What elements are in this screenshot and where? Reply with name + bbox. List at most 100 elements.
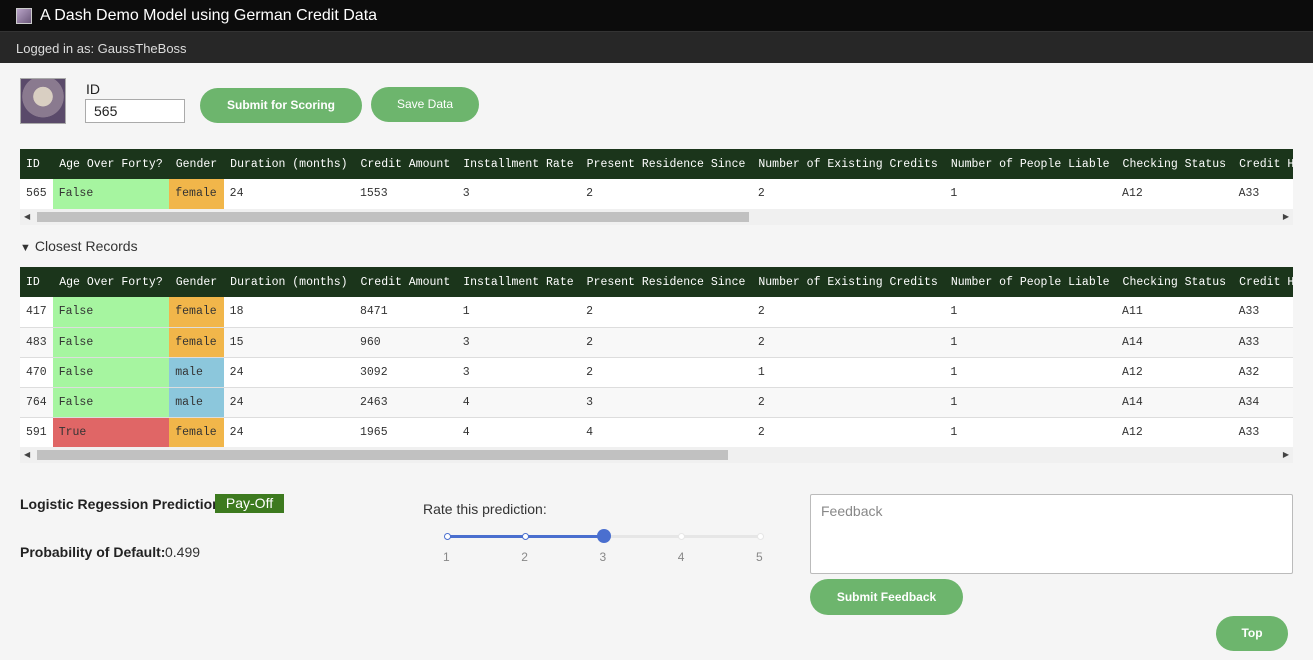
table-cell[interactable]: 1965 (354, 417, 457, 448)
save-data-button[interactable]: Save Data (371, 87, 479, 122)
table-row[interactable]: 470 False male 24 3092 3 2 1 1 A12 A32 (20, 357, 1293, 388)
table-cell[interactable]: female (169, 417, 224, 448)
slider-dot[interactable] (756, 533, 764, 540)
table-cell[interactable]: 4 (580, 417, 752, 448)
table-cell[interactable]: 18 (223, 297, 354, 328)
column-header[interactable]: Installment Rate (456, 149, 581, 179)
column-header[interactable]: Credit History (1232, 149, 1293, 179)
table-cell[interactable]: female (169, 179, 224, 210)
column-header[interactable]: Present Residence Since (580, 149, 753, 179)
table-cell[interactable]: A33 (1232, 179, 1293, 210)
table-cell[interactable]: 2 (580, 297, 752, 328)
column-header[interactable]: Number of People Liable (944, 149, 1117, 179)
table-cell[interactable]: True (52, 417, 170, 448)
table-cell[interactable]: 24 (223, 179, 354, 210)
table-cell[interactable]: 3092 (354, 357, 457, 388)
table-cell[interactable]: 3 (456, 357, 581, 388)
table-cell[interactable]: 417 (20, 297, 53, 328)
table-cell[interactable]: 565 (20, 179, 53, 210)
slider-dot[interactable] (521, 533, 529, 540)
table-cell[interactable]: 1553 (354, 179, 457, 210)
slider-mark[interactable]: 5 (756, 550, 763, 564)
table-cell[interactable]: 24 (223, 417, 354, 448)
slider-dot[interactable] (678, 533, 686, 540)
column-header[interactable]: Duration (months) (223, 149, 355, 179)
table-cell[interactable]: 470 (20, 357, 53, 388)
table-cell[interactable]: female (169, 327, 224, 358)
table-cell[interactable]: A32 (1232, 357, 1293, 388)
id-input[interactable] (85, 99, 185, 123)
table-cell[interactable]: 1 (944, 297, 1117, 328)
column-header[interactable]: Number of Existing Credits (751, 267, 945, 297)
table-cell[interactable]: 1 (456, 297, 581, 328)
slider-mark[interactable]: 1 (443, 550, 450, 564)
slider-handle[interactable] (596, 529, 611, 543)
table-cell[interactable]: 960 (354, 327, 457, 358)
scroll-left-icon[interactable]: ◀ (24, 450, 30, 459)
table-cell[interactable]: 8471 (354, 297, 457, 328)
table-cell[interactable]: False (52, 357, 170, 388)
table-cell[interactable]: False (52, 297, 170, 328)
table-cell[interactable]: A14 (1116, 387, 1233, 418)
column-header[interactable]: Checking Status (1116, 149, 1234, 179)
table-cell[interactable]: False (52, 179, 170, 210)
table-cell[interactable]: male (169, 387, 224, 418)
table-cell[interactable]: A34 (1232, 387, 1293, 418)
current-table-scrollbar[interactable]: ◀ ▶ (20, 209, 1293, 225)
table-cell[interactable]: A12 (1116, 417, 1233, 448)
scroll-right-icon[interactable]: ▶ (1283, 212, 1289, 221)
rating-slider[interactable]: 1 2 3 4 5 (440, 525, 770, 565)
table-row[interactable]: 764 False male 24 2463 4 3 2 1 A14 A34 (20, 387, 1293, 418)
column-header[interactable]: Checking Status (1116, 267, 1234, 297)
table-cell[interactable]: A12 (1116, 179, 1233, 210)
feedback-textarea[interactable] (810, 494, 1293, 574)
table-cell[interactable]: 2 (580, 179, 752, 210)
table-cell[interactable]: 591 (20, 417, 53, 448)
table-row[interactable]: 483 False female 15 960 3 2 2 1 A14 A33 (20, 327, 1293, 358)
closest-records-toggle[interactable]: ▼ Closest Records (20, 238, 138, 254)
scrollbar-thumb[interactable] (37, 450, 728, 460)
table-cell[interactable]: 2 (751, 297, 945, 328)
column-header[interactable]: Age Over Forty? (52, 267, 170, 297)
column-header[interactable]: Installment Rate (456, 267, 581, 297)
table-cell[interactable]: 2463 (354, 387, 457, 418)
table-cell[interactable]: 2 (751, 417, 945, 448)
table-cell[interactable]: A33 (1232, 297, 1293, 328)
submit-scoring-button[interactable]: Submit for Scoring (200, 88, 362, 123)
table-cell[interactable]: 1 (944, 327, 1117, 358)
table-cell[interactable]: 3 (580, 387, 752, 418)
table-cell[interactable]: 4 (456, 417, 581, 448)
table-cell[interactable]: 24 (223, 387, 354, 418)
scroll-right-icon[interactable]: ▶ (1283, 450, 1289, 459)
slider-mark[interactable]: 3 (600, 550, 607, 564)
table-cell[interactable]: 483 (20, 327, 53, 358)
table-cell[interactable]: 1 (944, 357, 1117, 388)
table-cell[interactable]: 764 (20, 387, 53, 418)
table-cell[interactable]: 1 (944, 387, 1117, 418)
table-cell[interactable]: 2 (751, 179, 945, 210)
column-header[interactable]: Present Residence Since (580, 267, 753, 297)
column-header[interactable]: Age Over Forty? (52, 149, 170, 179)
column-header[interactable]: ID (20, 149, 54, 179)
table-row[interactable]: 417 False female 18 8471 1 2 2 1 A11 A33 (20, 297, 1293, 328)
table-cell[interactable]: 2 (580, 327, 752, 358)
table-row[interactable]: 565 False female 24 1553 3 2 2 1 A12 A33 (20, 179, 1293, 210)
table-cell[interactable]: 1 (751, 357, 945, 388)
table-cell[interactable]: A33 (1232, 417, 1293, 448)
column-header[interactable]: ID (20, 267, 54, 297)
scrollbar-thumb[interactable] (37, 212, 749, 222)
scroll-left-icon[interactable]: ◀ (24, 212, 30, 221)
table-cell[interactable]: 3 (456, 327, 581, 358)
table-cell[interactable]: 1 (944, 417, 1117, 448)
slider-mark[interactable]: 2 (521, 550, 528, 564)
table-cell[interactable]: 2 (580, 357, 752, 388)
table-cell[interactable]: A11 (1116, 297, 1233, 328)
table-cell[interactable]: 15 (223, 327, 354, 358)
slider-dot[interactable] (443, 533, 451, 540)
table-cell[interactable]: 1 (944, 179, 1117, 210)
column-header[interactable]: Number of People Liable (944, 267, 1117, 297)
table-cell[interactable]: 2 (751, 327, 945, 358)
table-row[interactable]: 591 True female 24 1965 4 4 2 1 A12 A33 (20, 417, 1293, 448)
column-header[interactable]: Gender (169, 267, 225, 297)
table-cell[interactable]: 24 (223, 357, 354, 388)
